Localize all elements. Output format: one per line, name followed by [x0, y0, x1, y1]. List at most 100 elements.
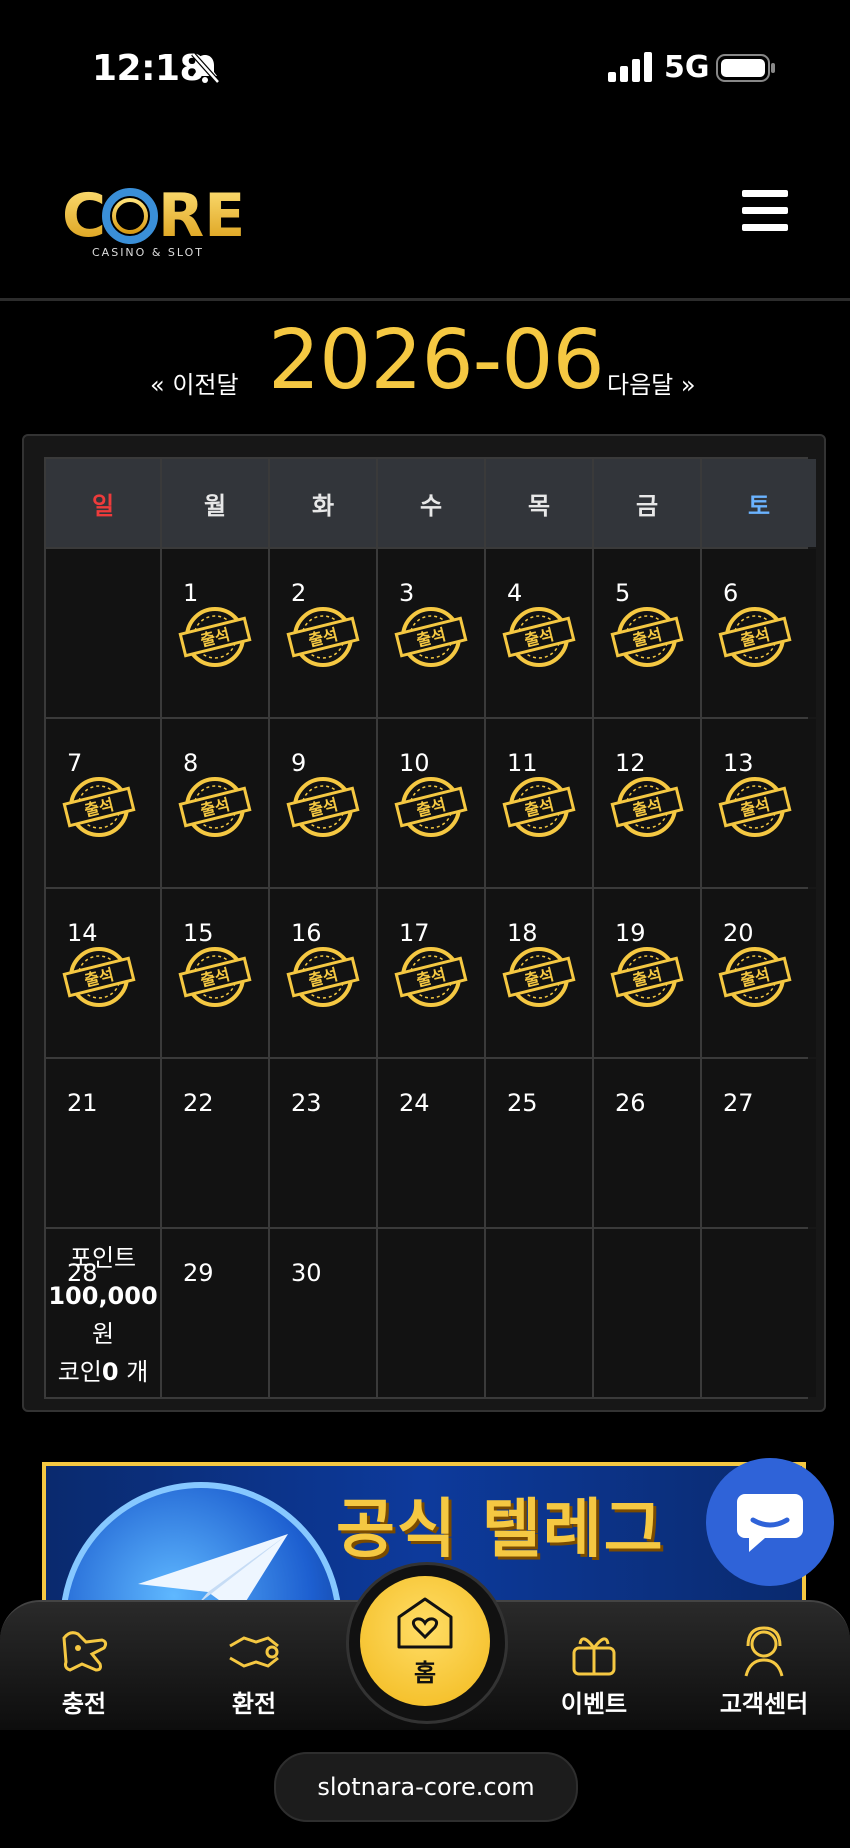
- exchange-icon: [229, 1636, 279, 1668]
- weekday-header: 화: [270, 459, 376, 547]
- day-number: 18: [507, 919, 538, 947]
- calendar-day: [378, 1229, 484, 1397]
- bell-muted-icon: [191, 52, 220, 84]
- day-number: 27: [723, 1089, 754, 1117]
- month-navigation: « 이전달 2026-06 다음달 »: [0, 305, 850, 408]
- points-unit: 원: [91, 1320, 115, 1348]
- attendance-stamp-icon: 출석: [610, 777, 684, 837]
- day-number: 5: [615, 579, 631, 607]
- calendar-day: 4 출석: [486, 549, 592, 717]
- day-number: 23: [291, 1089, 322, 1117]
- calendar-day: 23: [270, 1059, 376, 1227]
- attendance-stamp-icon: 출석: [502, 947, 576, 1007]
- weekday-header: 금: [594, 459, 700, 547]
- battery-icon: [716, 54, 775, 82]
- attendance-stamp-icon: 출석: [610, 607, 684, 667]
- calendar-day: 2 출석: [270, 549, 376, 717]
- day-number: 22: [183, 1089, 214, 1117]
- svg-text:RE: RE: [158, 182, 245, 251]
- nav-event-label: 이벤트: [560, 1690, 628, 1718]
- nav-exchange[interactable]: 환전: [194, 1624, 314, 1719]
- day-number: 6: [723, 579, 739, 607]
- attendance-stamp-icon: 출석: [178, 777, 252, 837]
- month-title: 2026-06: [268, 313, 605, 408]
- day-number: 20: [723, 919, 754, 947]
- nav-event[interactable]: 이벤트: [534, 1624, 654, 1719]
- calendar-day: 7 출석: [46, 719, 160, 887]
- chat-button[interactable]: [706, 1458, 834, 1586]
- attendance-stamp-icon: 출석: [502, 777, 576, 837]
- nav-charge[interactable]: 충전: [24, 1624, 144, 1719]
- next-month-link[interactable]: 다음달 »: [607, 365, 696, 400]
- calendar-day: 19 출석: [594, 889, 700, 1057]
- nav-home-button[interactable]: 홈: [360, 1576, 490, 1706]
- attendance-stamp-icon: 출석: [394, 777, 468, 837]
- day-number: 17: [399, 919, 430, 947]
- calendar-day: 26: [594, 1059, 700, 1227]
- nav-support[interactable]: 고객센터: [704, 1624, 824, 1719]
- site-header: C RE CASINO & SLOT: [0, 140, 850, 300]
- attendance-stamp-icon: 출석: [286, 947, 360, 1007]
- calendar-day: 6 출석: [702, 549, 816, 717]
- calendar-day: 1 출석: [162, 549, 268, 717]
- calendar-day: 9 출석: [270, 719, 376, 887]
- calendar-day: 21: [46, 1059, 160, 1227]
- day-number: 10: [399, 749, 430, 777]
- day-number: 12: [615, 749, 646, 777]
- calendar-day: 8 출석: [162, 719, 268, 887]
- weekday-header: 월: [162, 459, 268, 547]
- calendar-day: [702, 1229, 816, 1397]
- attendance-calendar: 일 월 화 수 목 금 토 1 출석 2 출석 3 출석 4 출석 5 출석 6 출석 7 출석 8 출석 9 출석 10 출석 11…: [44, 457, 816, 1399]
- calendar-day: 11 출석: [486, 719, 592, 887]
- calendar-day: 14 출석: [46, 889, 160, 1057]
- svg-text:C: C: [62, 182, 106, 251]
- day-number: 25: [507, 1089, 538, 1117]
- calendar-day: 24: [378, 1059, 484, 1227]
- calendar-day: [46, 549, 160, 717]
- attendance-stamp-icon: 출석: [610, 947, 684, 1007]
- calendar-day: 28 포인트 100,000 원 코인0 개: [46, 1229, 160, 1397]
- nav-exchange-label: 환전: [231, 1690, 277, 1718]
- charge-icon: [62, 1631, 108, 1672]
- nav-charge-label: 충전: [61, 1690, 107, 1718]
- day-number: 4: [507, 579, 523, 607]
- points-label: 포인트: [69, 1244, 137, 1272]
- day-number: 7: [67, 749, 83, 777]
- header-divider: [0, 298, 850, 301]
- day-number: 21: [67, 1089, 98, 1117]
- status-time: 12:18: [92, 48, 205, 89]
- gift-icon: [572, 1637, 616, 1676]
- calendar-day: 27: [702, 1059, 816, 1227]
- svg-text:CASINO & SLOT: CASINO & SLOT: [92, 246, 204, 259]
- attendance-stamp-icon: 출석: [286, 777, 360, 837]
- status-bar: 12:18 5G: [0, 0, 850, 130]
- browser-url-bar[interactable]: slotnara-core.com: [274, 1752, 578, 1822]
- coin-unit: 개: [126, 1358, 149, 1386]
- day-number: 3: [399, 579, 415, 607]
- day-number: 14: [67, 919, 98, 947]
- calendar-day: [594, 1229, 700, 1397]
- weekday-header: 토: [702, 459, 816, 547]
- points-summary: 포인트 100,000 원 코인0 개: [46, 1239, 160, 1391]
- day-number: 11: [507, 749, 538, 777]
- prev-month-link[interactable]: « 이전달: [150, 365, 239, 400]
- calendar-day: 16 출석: [270, 889, 376, 1057]
- attendance-stamp-icon: 출석: [178, 947, 252, 1007]
- points-value: 100,000: [48, 1282, 158, 1310]
- hamburger-menu-icon[interactable]: [742, 190, 788, 231]
- attendance-stamp-icon: 출석: [62, 777, 136, 837]
- attendance-stamp-icon: 출석: [718, 947, 792, 1007]
- coin-value: 0: [101, 1358, 119, 1386]
- day-number: 16: [291, 919, 322, 947]
- signal-icon: [608, 52, 652, 82]
- support-icon: [744, 1626, 784, 1677]
- nav-support-label: 고객센터: [719, 1690, 809, 1718]
- day-number: 8: [183, 749, 199, 777]
- attendance-stamp-icon: 출석: [178, 607, 252, 667]
- calendar-day: 18 출석: [486, 889, 592, 1057]
- attendance-stamp-icon: 출석: [286, 607, 360, 667]
- day-number: 13: [723, 749, 754, 777]
- attendance-stamp-icon: 출석: [718, 607, 792, 667]
- core-logo[interactable]: C RE CASINO & SLOT: [62, 182, 262, 260]
- calendar-day: 3 출석: [378, 549, 484, 717]
